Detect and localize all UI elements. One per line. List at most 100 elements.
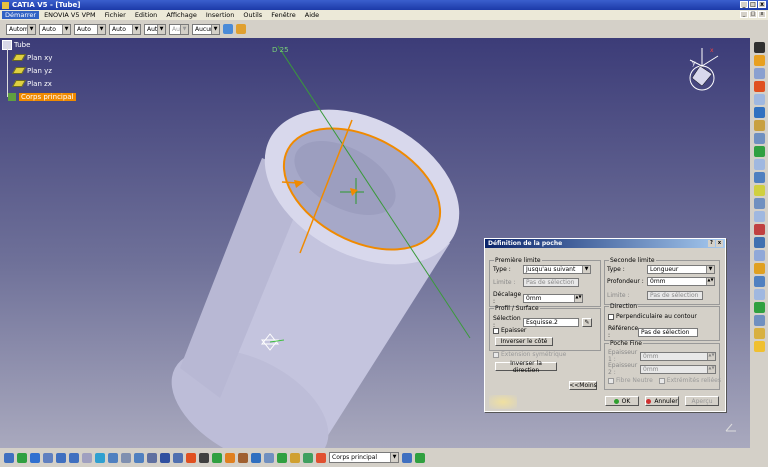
shell-icon[interactable] — [753, 224, 765, 235]
grid-icon[interactable] — [277, 452, 287, 463]
depth-input[interactable]: 0mm ▲▼ — [647, 277, 715, 286]
invert-side-button[interactable]: Inverser le côté — [495, 337, 553, 346]
menu-fichier[interactable]: Fichier — [105, 11, 126, 19]
catalog-icon[interactable] — [303, 452, 313, 463]
scale-icon[interactable] — [753, 302, 765, 313]
cancel-button[interactable]: Annuler — [645, 396, 679, 406]
analysis-icon[interactable] — [199, 452, 209, 463]
snap-icon[interactable] — [264, 452, 274, 463]
rotate-icon[interactable] — [43, 452, 53, 463]
preview-button: Aperçu — [685, 396, 719, 406]
dialog-close-button[interactable]: x — [716, 240, 723, 247]
tree-item-plan-yz[interactable]: Plan yz — [2, 64, 76, 77]
help-button[interactable]: ? — [708, 240, 715, 247]
draft-icon[interactable] — [753, 211, 765, 222]
zoom-in-icon[interactable] — [56, 452, 66, 463]
thread-icon[interactable] — [753, 250, 765, 261]
thickness2-input: 0mm ▲▼ — [640, 364, 716, 374]
offset-input[interactable]: 0mm ▲▼ — [523, 293, 583, 303]
groove-icon[interactable] — [753, 107, 765, 118]
boolean-icon[interactable] — [753, 315, 765, 326]
pad-icon[interactable] — [753, 68, 765, 79]
fly-mode-icon[interactable] — [4, 452, 14, 463]
fill-color-combo[interactable]: Automa ▼ — [6, 23, 36, 35]
transparency-combo[interactable]: Auto ▼ — [39, 23, 71, 35]
format-painter-icon[interactable] — [236, 24, 246, 34]
pattern-icon[interactable] — [753, 289, 765, 300]
insert-body-icon[interactable] — [402, 452, 412, 463]
menu-outils[interactable]: Outils — [243, 11, 262, 19]
doc-minimize-button[interactable]: _ — [740, 11, 748, 18]
close-button[interactable]: x — [758, 1, 766, 8]
shaft-icon[interactable] — [753, 94, 765, 105]
less-button[interactable]: <<Moins — [569, 381, 597, 390]
mirror-icon[interactable] — [753, 276, 765, 287]
isometric-view-icon[interactable] — [108, 452, 118, 463]
annotation-icon[interactable] — [251, 452, 261, 463]
normal-view-icon[interactable] — [82, 452, 92, 463]
fit-all-icon[interactable] — [17, 452, 27, 463]
menu-affichage[interactable]: Affichage — [166, 11, 197, 19]
tree-item-plan-zx[interactable]: Plan zx — [2, 77, 76, 90]
zoom-out-icon[interactable] — [69, 452, 79, 463]
ok-button[interactable]: OK — [605, 396, 639, 406]
split-icon[interactable] — [753, 263, 765, 274]
rib-icon[interactable] — [753, 133, 765, 144]
sketch-icon[interactable] — [753, 55, 765, 66]
tree-item-corps-principal[interactable]: Corps principal — [2, 90, 76, 103]
layer-combo[interactable]: Aucun ▼ — [192, 23, 220, 35]
second-limit-type-select[interactable]: Longueur ▼ — [647, 265, 715, 274]
sketcher-icon[interactable]: ✎ — [582, 317, 592, 327]
chamfer-icon[interactable] — [753, 198, 765, 209]
menu-edition[interactable]: Edition — [135, 11, 158, 19]
hole-icon[interactable] — [753, 120, 765, 131]
menu-enovia[interactable]: ENOVIA V5 VPM — [44, 11, 95, 19]
maximize-button[interactable]: □ — [749, 1, 757, 8]
swap-space-icon[interactable] — [147, 452, 157, 463]
perpendicular-checkbox[interactable] — [608, 313, 614, 320]
tools-icon[interactable] — [316, 452, 326, 463]
menu-insertion[interactable]: Insertion — [206, 11, 235, 19]
minimize-button[interactable]: _ — [740, 1, 748, 8]
body-toolbar-icon[interactable] — [212, 452, 222, 463]
thickness-icon[interactable] — [753, 237, 765, 248]
line-thickness-combo[interactable]: Auto ▼ — [74, 23, 106, 35]
menu-aide[interactable]: Aide — [305, 11, 319, 19]
stiffener-icon[interactable] — [753, 159, 765, 170]
select-icon[interactable] — [753, 42, 765, 53]
menu-demarrer[interactable]: Démarrer — [2, 11, 40, 19]
material-icon[interactable] — [238, 452, 248, 463]
line-type-combo[interactable]: Auto ▼ — [109, 23, 141, 35]
pan-icon[interactable] — [30, 452, 40, 463]
bottom-toolbar: Corps principal ▼ — [0, 448, 768, 467]
painter-icon[interactable] — [223, 24, 233, 34]
pocket-icon[interactable] — [753, 81, 765, 92]
menu-fenetre[interactable]: Fenêtre — [271, 11, 296, 19]
doc-restore-button[interactable]: □ — [749, 11, 757, 18]
current-body-combo[interactable]: Corps principal ▼ — [329, 452, 399, 463]
thick-checkbox[interactable] — [493, 327, 499, 334]
multi-view-icon[interactable] — [95, 452, 105, 463]
update-icon[interactable] — [160, 452, 170, 463]
hide-show-icon[interactable] — [134, 452, 144, 463]
invert-direction-button[interactable]: Inverser la direction — [495, 360, 557, 374]
constraint-icon[interactable] — [753, 328, 765, 339]
profile-selection-field[interactable]: Esquisse.2 — [523, 317, 579, 327]
tree-item-plan-xy[interactable]: Plan xy — [2, 51, 76, 64]
reference-field[interactable]: Pas de sélection — [638, 327, 698, 337]
sketch-analysis-icon[interactable] — [225, 452, 235, 463]
loft-icon[interactable] — [753, 172, 765, 183]
first-limit-type-select[interactable]: Jusqu'au suivant ▼ — [523, 265, 591, 274]
graphic-properties-toolbar: Automa ▼ Auto ▼ Auto ▼ Auto ▼ Aut ▼ Aut ▼ Aucu… — [0, 20, 768, 38]
point-type-combo[interactable]: Aut ▼ — [144, 23, 166, 35]
slot-icon[interactable] — [753, 146, 765, 157]
thickness1-input: 0mm ▲▼ — [640, 351, 716, 361]
shading-icon[interactable] — [121, 452, 131, 463]
tree-root[interactable]: Tube — [2, 38, 76, 51]
product-icon[interactable] — [290, 452, 300, 463]
constraint-toolbar-icon[interactable] — [186, 452, 196, 463]
fillet-icon[interactable] — [753, 185, 765, 196]
measure-icon[interactable] — [173, 452, 183, 463]
assemble-icon[interactable] — [415, 452, 425, 463]
doc-close-button[interactable]: x — [758, 11, 766, 18]
